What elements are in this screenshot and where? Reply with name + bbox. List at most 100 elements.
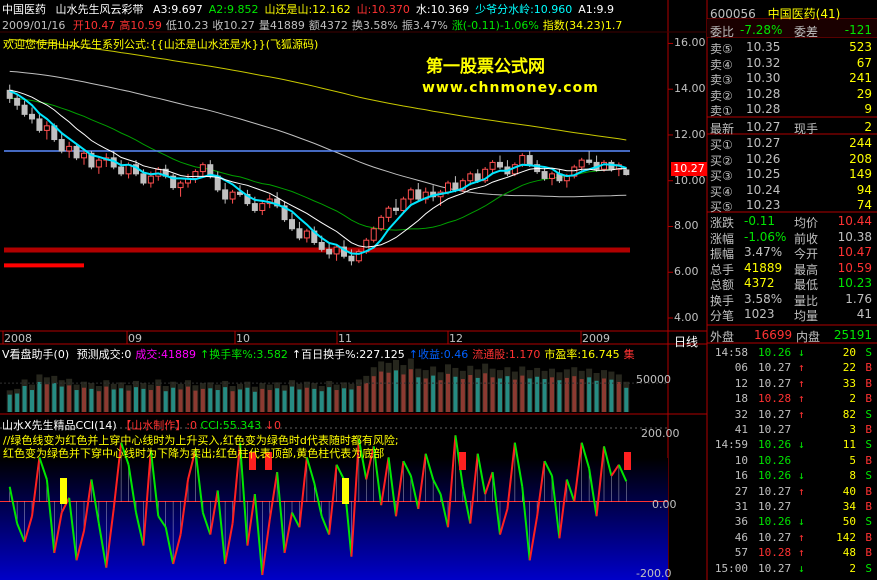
ma-line-10 [9,89,627,248]
candle-body [474,173,481,182]
tick-side: B [865,484,872,498]
volume-shadow [133,380,139,412]
candle-body [29,113,35,120]
candle-body [289,219,295,230]
candle-body [147,175,154,184]
candle-body [66,145,73,152]
ma-line-20 [9,97,627,231]
period-label[interactable]: 日线 [674,333,698,350]
volume-value: 集 [623,348,635,361]
legend-red-bar [4,263,84,268]
tick-row: 15:00 10.27 ↓ 2 S [710,562,876,577]
candle-body [318,241,325,250]
tick-time: 14:59 [714,438,748,452]
candle-body [73,145,80,159]
volume-shadow [355,379,362,412]
bar-date: 2009/01/16 [2,19,66,32]
bid-row-price: 10.27 [746,136,781,150]
stats-label: 今开 [794,247,819,261]
candle-body [58,139,65,152]
stats-label: 分笔 [710,309,735,323]
candle-body [370,228,377,241]
volume-value: ↑换手率%:3.582 [200,348,288,361]
tick-time: 06 [734,361,748,375]
volume-value: 市盈率:16.745 [544,348,620,361]
volume-value: ↑百日换手%:227.125 [291,348,405,361]
cci-axis-top: 200.00 [641,427,680,440]
volume-shadow [326,380,333,412]
candle-body [549,173,555,179]
volume-shadow [445,364,451,412]
bid-row-volume: 94 [856,182,872,197]
volume-shadow [571,367,578,412]
stats-value: 10.47 [837,245,872,259]
tick-volume: 22 [842,361,856,375]
candle-body [177,182,184,189]
tick-side: S [865,469,872,483]
latest-value: 10.27 [746,120,781,134]
ask-row: 卖② 10.28 29 [710,86,876,103]
cci-suffix: ↓0 [264,419,281,432]
tick-time: 15:00 [714,561,748,575]
volume-panel-header: V看盘助手(0) 预测成交:0 成交:41889 ↑换手率%:3.582 ↑百日换手%… [2,346,635,362]
bid-row-price: 10.24 [746,182,781,197]
ask-row-label: 卖① [710,104,733,118]
candle-body [326,248,333,255]
volume-shadow [526,370,533,412]
indicator-value: A2:9.852 [208,3,259,16]
volume-shadow [222,380,229,412]
weicha-label: 委差 [794,25,819,39]
candle-body [623,169,630,176]
tick-volume: 8 [849,469,856,483]
tick-arrow: ↑ [798,392,805,406]
welcome-text: 欢迎您使用山水先生系列公式:{{山还是山水还是水}}(飞狐源码) [3,38,319,51]
stats-value: 10.44 [837,214,872,228]
ask-row-label: 卖⑤ [710,42,733,56]
tick-row: 14:59 10.26 ↓ 11 S [710,438,876,453]
volume-shadow [318,386,325,412]
volume-shadow [549,368,555,412]
tick-arrow: ↓ [798,438,805,452]
volume-shadow [430,366,437,412]
tick-side: B [865,392,872,406]
candle-body [222,189,229,200]
cci-top-marker [459,452,466,470]
cci-maker: 【山水制作】 [120,419,187,432]
price-axis-label: 6.00 [674,265,699,279]
ask-row: 卖③ 10.30 241 [710,71,876,87]
volume-shadow [21,379,28,412]
volume-panel-values: 预测成交:0 成交:41889 ↑换手率%:3.582 ↑百日换手%:227.125 ↑… [73,348,635,361]
tick-arrow: ↓ [798,561,805,575]
tick-side: B [865,546,872,560]
weibi-row: 委比 -7.28% 委差 -121 [710,23,876,39]
tick-volume: 142 [836,530,856,544]
tick-price: 10.26 [758,438,792,452]
support-band [4,247,630,253]
bid-row-label: 买⑤ [710,200,733,214]
volume-shadow [95,386,102,412]
ask-row-volume: 29 [856,86,872,101]
stats-row: 涨幅 -1.06% 前收 10.38 [710,230,876,246]
tick-price: 10.28 [758,392,792,406]
volume-shadow [497,370,503,412]
ask-row-volume: 241 [849,71,872,85]
volume-shadow [400,365,407,412]
volume-shadow [51,375,58,412]
volume-shadow [296,383,303,412]
volume-shadow [14,388,21,412]
date-axis-label: 11 [338,332,352,345]
ohlc-value: 额4372 [308,19,348,32]
bid-row-volume: 149 [849,167,872,181]
tick-arrow: ↓ [798,469,805,483]
stats-value: 10.23 [837,276,872,290]
tick-side: B [865,361,872,375]
volume-shadow [341,382,347,412]
volume-shadow [140,383,147,412]
bid-row: 买① 10.27 244 [710,136,876,152]
tick-price: 10.26 [758,515,792,529]
stats-label: 前收 [794,231,819,246]
volume-shadow [393,360,399,412]
ask-row-label: 卖② [710,88,733,103]
volume-shadow [36,374,43,412]
volume-shadow [615,374,622,412]
